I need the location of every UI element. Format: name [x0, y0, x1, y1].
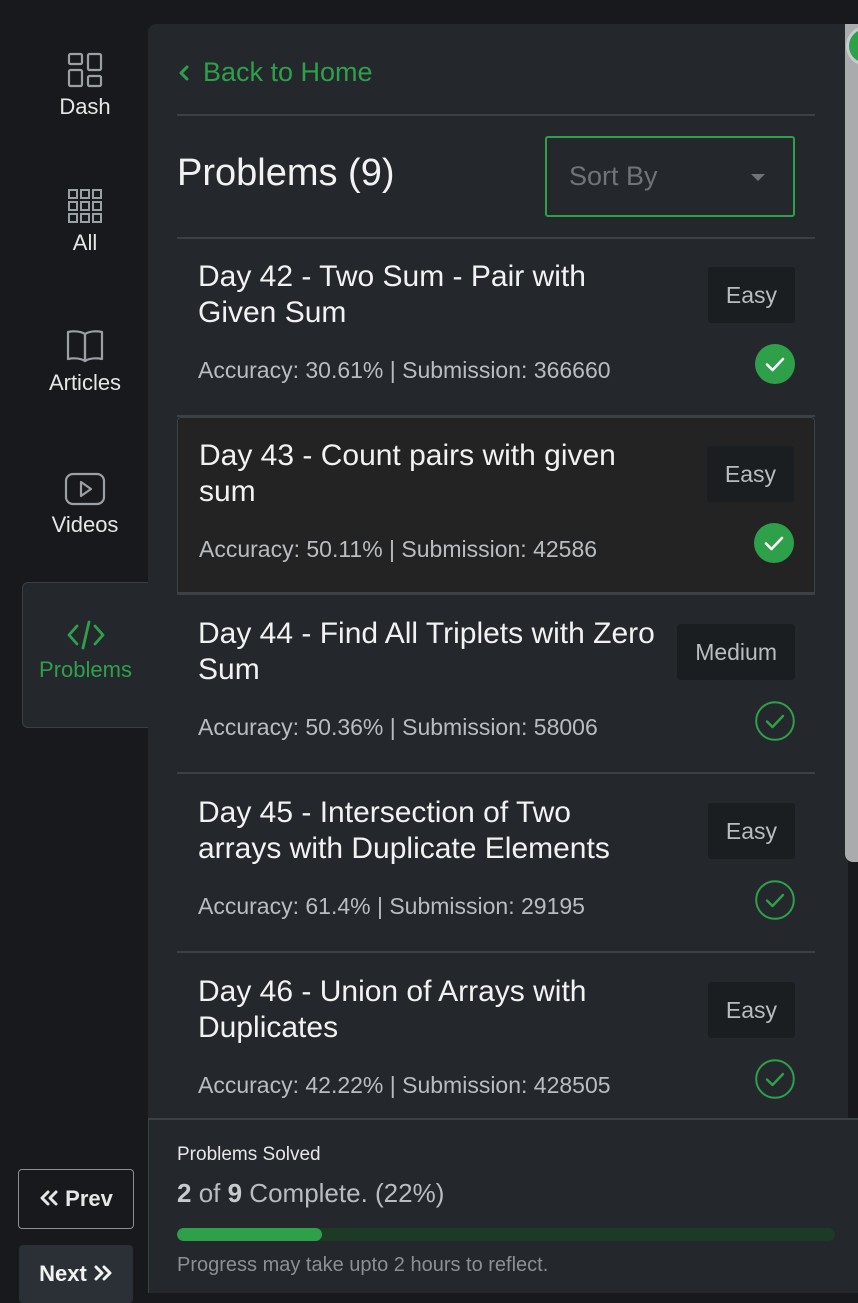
check-circle-filled-icon [755, 344, 795, 384]
problem-stats: Accuracy: 50.36% | Submission: 58006 [198, 714, 598, 740]
prev-label: Prev [65, 1186, 113, 1211]
check-circle-outline-icon [755, 701, 795, 741]
sidebar-item-problems[interactable]: Problems [22, 582, 148, 728]
card-divider [177, 951, 815, 953]
problem-card[interactable]: Day 46 - Union of Arrays with Duplicates… [177, 954, 815, 1132]
progress-bar-fill [177, 1228, 322, 1241]
dashboard-icon [67, 52, 103, 88]
sidebar-item-all[interactable]: All [22, 188, 148, 256]
problem-stats: Accuracy: 50.11% | Submission: 42586 [199, 536, 598, 562]
difficulty-badge: Easy [707, 803, 795, 859]
sidebar-item-label: Articles [48, 370, 122, 395]
problem-title[interactable]: Day 43 - Count pairs with given sum [199, 438, 659, 510]
check-circle-outline-icon [755, 880, 795, 920]
progress-bar [177, 1228, 835, 1241]
difficulty-badge: Easy [706, 446, 794, 502]
problem-card[interactable]: Day 42 - Two Sum - Pair with Given Sum E… [177, 239, 815, 417]
sidebar-item-articles[interactable]: Articles [22, 328, 148, 396]
next-button[interactable]: Next [19, 1245, 133, 1303]
problem-stats: Accuracy: 42.22% | Submission: 428505 [198, 1072, 611, 1098]
sidebar-item-videos[interactable]: Videos [22, 472, 148, 538]
difficulty-badge: Medium [677, 624, 795, 680]
card-divider [177, 592, 815, 594]
sidebar-item-label: Dash [59, 94, 111, 119]
header-divider [177, 114, 815, 116]
play-icon [64, 472, 106, 506]
caret-down-icon [751, 174, 765, 181]
problem-title[interactable]: Day 45 - Intersection of Two arrays with… [198, 795, 658, 867]
sidebar-item-label: Problems [39, 657, 132, 682]
book-icon [66, 328, 104, 364]
problem-title[interactable]: Day 46 - Union of Arrays with Duplicates [198, 974, 658, 1046]
completion-suffix: Complete. (22%) [242, 1178, 445, 1208]
difficulty-badge: Easy [707, 267, 795, 323]
back-to-home-link[interactable]: Back to Home [177, 56, 373, 89]
total-count: 9 [227, 1178, 243, 1208]
problem-card[interactable]: Day 45 - Intersection of Two arrays with… [177, 775, 815, 953]
completion-count: 2 of 9 Complete. (22%) [177, 1178, 444, 1209]
sidebar-item-dash[interactable]: Dash [22, 52, 148, 120]
sort-by-placeholder: Sort By [569, 161, 658, 191]
double-chevron-left-icon [39, 1186, 59, 1212]
problems-solved-label: Problems Solved [177, 1144, 321, 1165]
of-text: of [191, 1178, 228, 1208]
chevron-left-icon [177, 56, 189, 89]
code-icon [66, 619, 106, 651]
check-circle-outline-icon [755, 1059, 795, 1099]
problem-card[interactable]: Day 43 - Count pairs with given sum Easy… [177, 417, 815, 595]
problem-title[interactable]: Day 44 - Find All Triplets with Zero Sum [198, 616, 658, 688]
problem-stats: Accuracy: 61.4% | Submission: 29195 [198, 893, 585, 919]
sidebar-item-label: All [72, 230, 98, 255]
progress-footer: Problems Solved 2 of 9 Complete. (22%) P… [148, 1118, 858, 1293]
difficulty-badge: Easy [707, 982, 795, 1038]
scrollbar[interactable] [845, 24, 858, 862]
progress-note: Progress may take upto 2 hours to reflec… [177, 1254, 549, 1276]
back-to-home-label: Back to Home [203, 57, 373, 87]
grid-icon [67, 188, 103, 224]
page-title: Problems (9) [177, 152, 395, 194]
prev-button[interactable]: Prev [18, 1169, 134, 1229]
sort-by-select[interactable]: Sort By [545, 136, 795, 217]
problem-card[interactable]: Day 44 - Find All Triplets with Zero Sum… [177, 596, 815, 774]
problem-title[interactable]: Day 42 - Two Sum - Pair with Given Sum [198, 259, 658, 331]
next-label: Next [39, 1261, 87, 1286]
problem-stats: Accuracy: 30.61% | Submission: 366660 [198, 357, 611, 383]
double-chevron-right-icon [93, 1261, 113, 1287]
solved-count: 2 [177, 1178, 192, 1208]
sidebar: Dash All Articles Videos Problems Prev N… [0, 0, 148, 1303]
card-divider [177, 772, 815, 774]
sidebar-item-label: Videos [51, 512, 119, 537]
check-circle-filled-icon [754, 523, 794, 563]
